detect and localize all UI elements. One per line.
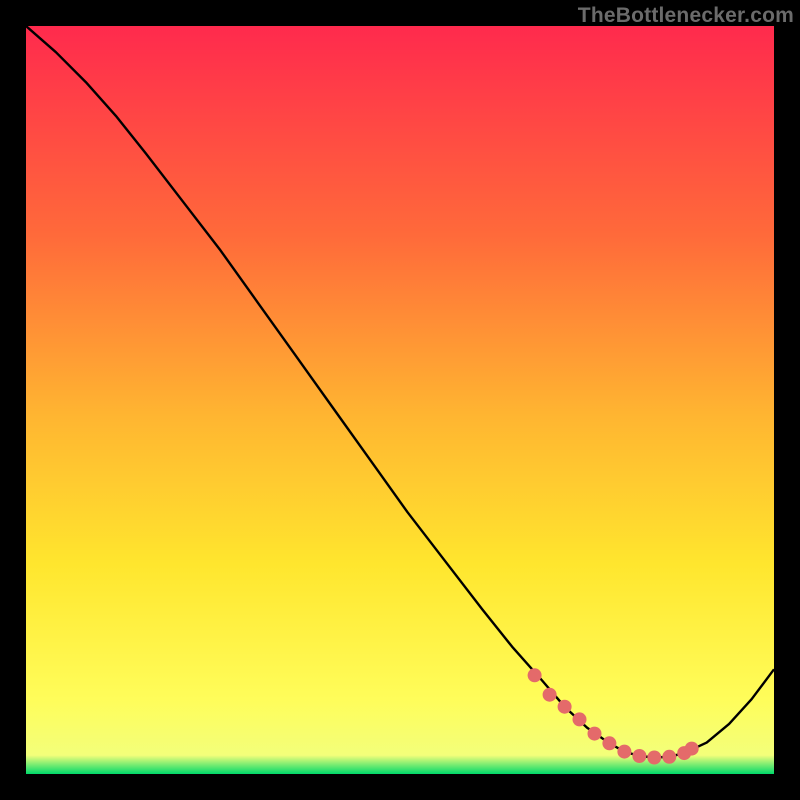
highlight-dot bbox=[588, 727, 602, 741]
highlight-dot bbox=[528, 668, 542, 682]
highlight-dot bbox=[602, 736, 616, 750]
chart-frame bbox=[26, 26, 774, 774]
highlight-dot bbox=[632, 749, 646, 763]
watermark-text: TheBottlenecker.com bbox=[578, 4, 794, 28]
highlight-dot bbox=[662, 750, 676, 764]
highlight-dot bbox=[543, 688, 557, 702]
highlight-dot bbox=[617, 745, 631, 759]
highlight-dot bbox=[573, 712, 587, 726]
highlight-dot bbox=[647, 751, 661, 765]
bottleneck-plot bbox=[26, 26, 774, 774]
plot-background bbox=[26, 26, 774, 774]
highlight-dot bbox=[685, 742, 699, 756]
highlight-dot bbox=[558, 700, 572, 714]
